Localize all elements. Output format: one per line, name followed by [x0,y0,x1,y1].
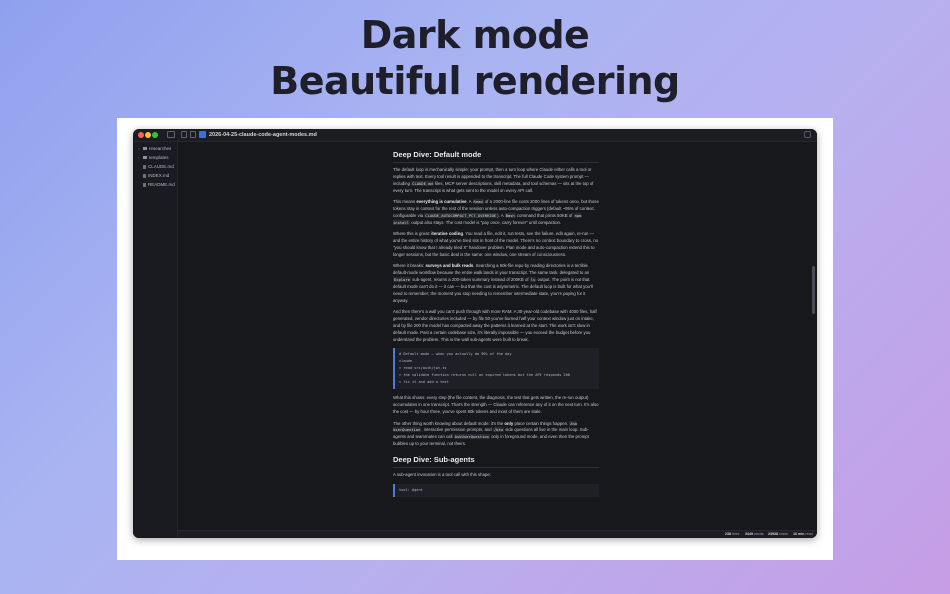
line-count: 238 lines [725,532,740,536]
code-line: > fix it and add a test [399,380,449,385]
inline-code: Bash [504,212,516,218]
file-sidebar: › researches › templates CLAUDE.md INDEX.m… [133,142,178,538]
preview-mode-icon[interactable] [199,131,206,138]
inline-code: CLAUDE.md [411,180,434,186]
document-content: Deep Dive: Default mode The default loop… [393,150,599,503]
sidebar-item-label: researches [149,146,172,151]
folder-icon [143,147,147,151]
screenshot-frame: 2026-04-25-claude-code-agent-modes.md › r… [117,118,833,560]
inline-code: AskUserQuestion [453,434,490,440]
inline-code: CLAUDE_AUTOCOMPACT_PCT_OVERRIDE [424,212,498,218]
heading-sub-agents: Deep Dive: Sub-agents [393,455,599,469]
hero-line-2: Beautiful rendering [270,59,680,103]
heading-default-mode: Deep Dive: Default mode [393,150,599,163]
hero-heading: Dark mode Beautiful rendering [0,12,950,104]
sidebar-item-templates[interactable]: › templates [138,155,169,161]
sidebar-item-label: README.md [148,182,175,187]
code-block: tool: Agent [393,483,599,497]
chevron-right-icon: › [138,146,140,151]
sidebar-item-readme-md[interactable]: README.md [143,182,175,188]
minimize-button[interactable] [145,132,151,138]
zoom-button[interactable] [152,132,158,138]
code-line: claude [399,359,412,364]
paragraph: The default loop is mechanically simple:… [393,167,594,193]
folder-icon [143,156,147,160]
code-line: tool: Agent [399,487,423,492]
paragraph: And then there's a wall you can't push t… [393,309,597,342]
code-line: > read src/auth/jwt.ts [399,366,447,371]
sidebar-item-label: templates [149,155,169,160]
paragraph: Where this is great: iterative coding. Y… [393,231,599,257]
file-icon [143,164,146,169]
paragraph: Where it breaks: surveys and bulk reads.… [393,263,593,303]
read-time: 16 min read [793,532,813,536]
word-count: 3449 words [745,532,764,536]
scrollbar-thumb[interactable] [812,266,815,314]
title-bar: 2026-04-25-claude-code-agent-modes.md [133,129,817,142]
code-block: # Default mode — when you actually do 90… [393,348,599,390]
paragraph: This means everything is cumulative. A R… [393,199,599,225]
paragraph: A sub-agent invocation is a tool call wi… [393,472,491,478]
file-icon [143,182,146,187]
list-icon[interactable] [190,131,196,138]
paragraph: The other thing worth knowing about defa… [393,420,589,447]
sidebar-item-researches[interactable]: › researches [138,146,172,152]
markdown-preview[interactable]: Deep Dive: Default mode The default loop… [178,142,817,531]
status-bar: 238 lines 3449 words 23938 chars 16 min … [178,530,817,538]
document-title: 2026-04-25-claude-code-agent-modes.md [209,132,317,138]
paragraph: What this shows: every step (the file co… [393,395,599,415]
sidebar-item-index-md[interactable]: INDEX.md [143,173,169,179]
code-line: # Default mode — when you actually do 90… [399,352,512,357]
back-icon[interactable] [181,131,187,138]
app-window: 2026-04-25-claude-code-agent-modes.md › r… [133,129,817,538]
sidebar-item-label: CLAUDE.md [148,164,174,169]
inline-code: Explore [393,277,412,283]
share-icon[interactable] [804,131,811,138]
code-line: > the validate function returns null on … [399,373,570,378]
sidebar-toggle-icon[interactable] [167,131,175,138]
inline-code: /btw [492,427,505,433]
chevron-right-icon: › [138,155,140,160]
sidebar-item-label: INDEX.md [148,173,170,178]
sidebar-item-claude-md[interactable]: CLAUDE.md [143,164,174,170]
inline-code: Read [472,199,484,205]
file-icon [143,173,146,178]
hero-line-1: Dark mode [360,13,590,57]
close-button[interactable] [138,132,144,138]
char-count: 23938 chars [768,532,788,536]
